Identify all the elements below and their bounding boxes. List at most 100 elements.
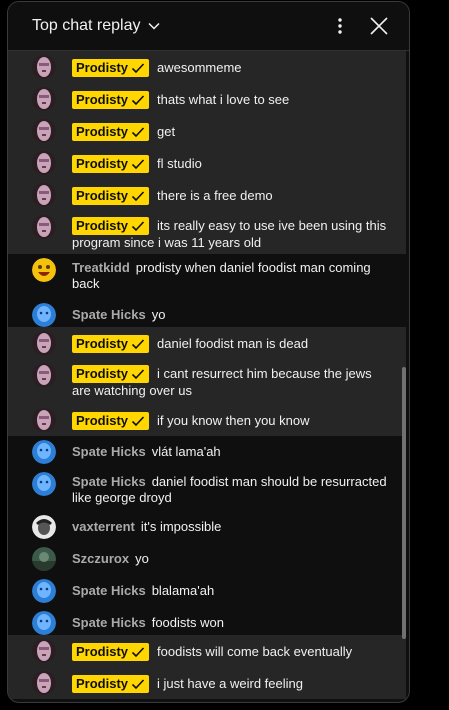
verified-check-icon — [131, 221, 145, 232]
message-text: if you know then you know — [157, 413, 310, 428]
author-name[interactable]: Spate Hicks — [72, 444, 146, 459]
author-name: Prodisty — [76, 413, 129, 428]
author-avatar[interactable] — [32, 579, 56, 603]
message-text: get — [157, 124, 176, 139]
author-avatar[interactable] — [32, 258, 56, 282]
chat-message[interactable]: Prodisty awesommeme — [8, 51, 406, 83]
author-avatar[interactable] — [32, 611, 56, 635]
chat-message[interactable]: Prodisty get — [8, 115, 406, 147]
verified-check-icon — [131, 159, 145, 170]
more-vert-icon[interactable] — [328, 14, 352, 38]
message-content: Spate Hicks yo — [72, 307, 388, 323]
author-avatar[interactable] — [32, 215, 56, 239]
message-content: Prodisty awesommeme — [72, 59, 388, 77]
owner-badge[interactable]: Prodisty — [72, 675, 150, 693]
chat-message[interactable]: Prodisty daniel foodist man is dead — [8, 327, 406, 359]
author-avatar[interactable] — [32, 515, 56, 539]
author-name[interactable]: Spate Hicks — [72, 474, 146, 489]
author-name[interactable]: Spate Hicks — [72, 307, 146, 322]
author-name: Prodisty — [76, 218, 129, 233]
author-name: Prodisty — [76, 92, 129, 107]
author-name: Prodisty — [76, 336, 129, 351]
author-avatar[interactable] — [32, 639, 56, 663]
chat-mode-dropdown[interactable]: Top chat replay — [32, 16, 161, 36]
author-avatar[interactable] — [32, 671, 56, 695]
author-avatar[interactable] — [32, 151, 56, 175]
author-avatar[interactable] — [32, 440, 56, 464]
chat-message[interactable]: Spate Hicks vlát lama'ah — [8, 436, 406, 468]
message-content: Szczurox yo — [72, 551, 388, 567]
author-avatar[interactable] — [32, 55, 56, 79]
chat-message[interactable]: Treatkidd prodisty when daniel foodist ma… — [8, 254, 406, 299]
author-avatar[interactable] — [32, 119, 56, 143]
message-content: Prodisty there is a free demo — [72, 187, 388, 205]
chevron-down-icon — [147, 22, 160, 30]
author-avatar[interactable] — [32, 408, 56, 432]
owner-badge[interactable]: Prodisty — [72, 335, 150, 353]
author-name: Prodisty — [76, 124, 129, 139]
author-avatar[interactable] — [32, 472, 56, 496]
verified-check-icon — [131, 63, 145, 74]
author-name[interactable]: Szczurox — [72, 551, 129, 566]
chat-message[interactable]: Prodisty i just have a weird feeling — [8, 667, 406, 699]
message-text: awesommeme — [157, 60, 242, 75]
owner-badge[interactable]: Prodisty — [72, 187, 150, 205]
message-content: Spate Hicks foodists won — [72, 615, 388, 631]
chat-message[interactable]: Prodisty thats what i love to see — [8, 83, 406, 115]
chat-message[interactable]: Prodisty foodists will come back eventual… — [8, 635, 406, 667]
author-avatar[interactable] — [32, 363, 56, 387]
author-avatar[interactable] — [32, 183, 56, 207]
verified-check-icon — [131, 679, 145, 690]
owner-badge[interactable]: Prodisty — [72, 643, 150, 661]
author-avatar[interactable] — [32, 547, 56, 571]
author-name[interactable]: vaxterrent — [72, 519, 135, 534]
chat-message[interactable]: Prodisty its really easy to use ive been … — [8, 211, 406, 254]
author-name: Prodisty — [76, 366, 129, 381]
verified-check-icon — [131, 339, 145, 350]
chat-message[interactable]: Spate Hicks daniel foodist man should be … — [8, 468, 406, 511]
author-name: Prodisty — [76, 644, 129, 659]
message-content: Prodisty foodists will come back eventual… — [72, 643, 388, 661]
author-avatar[interactable] — [32, 87, 56, 111]
chat-message[interactable]: Szczurox yo — [8, 543, 406, 575]
chat-header: Top chat replay — [8, 2, 409, 51]
owner-badge[interactable]: Prodisty — [72, 91, 150, 109]
chat-message[interactable]: Spate Hicks blalama'ah — [8, 575, 406, 607]
message-content: Prodisty its really easy to use ive been … — [72, 217, 388, 251]
owner-badge[interactable]: Prodisty — [72, 365, 150, 383]
message-text: vlát lama'ah — [151, 444, 221, 459]
chat-message[interactable]: Spate Hicks yo — [8, 299, 406, 327]
owner-badge[interactable]: Prodisty — [72, 123, 150, 141]
author-avatar[interactable] — [32, 331, 56, 355]
chat-message[interactable]: Prodisty if you know then you know — [8, 404, 406, 436]
verified-check-icon — [131, 647, 145, 658]
close-icon[interactable] — [367, 14, 391, 38]
author-avatar[interactable] — [32, 303, 56, 327]
author-name[interactable]: Spate Hicks — [72, 583, 146, 598]
chat-message[interactable]: Prodisty i cant resurrect him because the… — [8, 359, 406, 404]
chat-message[interactable]: Spate Hicks foodists won — [8, 607, 406, 635]
message-content: Treatkidd prodisty when daniel foodist ma… — [72, 260, 388, 292]
chat-message[interactable]: Prodisty fl studio — [8, 147, 406, 179]
author-name: Prodisty — [76, 60, 129, 75]
chat-mode-label: Top chat replay — [32, 17, 141, 34]
owner-badge[interactable]: Prodisty — [72, 217, 150, 235]
author-name[interactable]: Treatkidd — [72, 260, 130, 275]
message-text: daniel foodist man is dead — [157, 336, 309, 351]
chat-message[interactable]: Prodisty there is a free demo — [8, 179, 406, 211]
owner-badge[interactable]: Prodisty — [72, 412, 150, 430]
author-name[interactable]: Spate Hicks — [72, 615, 146, 630]
message-content: Prodisty get — [72, 123, 388, 141]
message-text: there is a free demo — [157, 188, 273, 203]
message-text: blalama'ah — [151, 583, 215, 598]
chat-message[interactable]: vaxterrent it's impossible — [8, 511, 406, 543]
owner-badge[interactable]: Prodisty — [72, 155, 150, 173]
message-text: yo — [135, 551, 149, 566]
owner-badge[interactable]: Prodisty — [72, 59, 150, 77]
author-name: Prodisty — [76, 188, 129, 203]
scrollbar-thumb[interactable] — [402, 367, 406, 639]
verified-check-icon — [131, 127, 145, 138]
message-text: foodists won — [151, 615, 224, 630]
chat-message-list[interactable]: Prodisty awesommeme Prodisty thats what i l… — [8, 51, 409, 702]
message-content: Spate Hicks vlát lama'ah — [72, 444, 388, 460]
